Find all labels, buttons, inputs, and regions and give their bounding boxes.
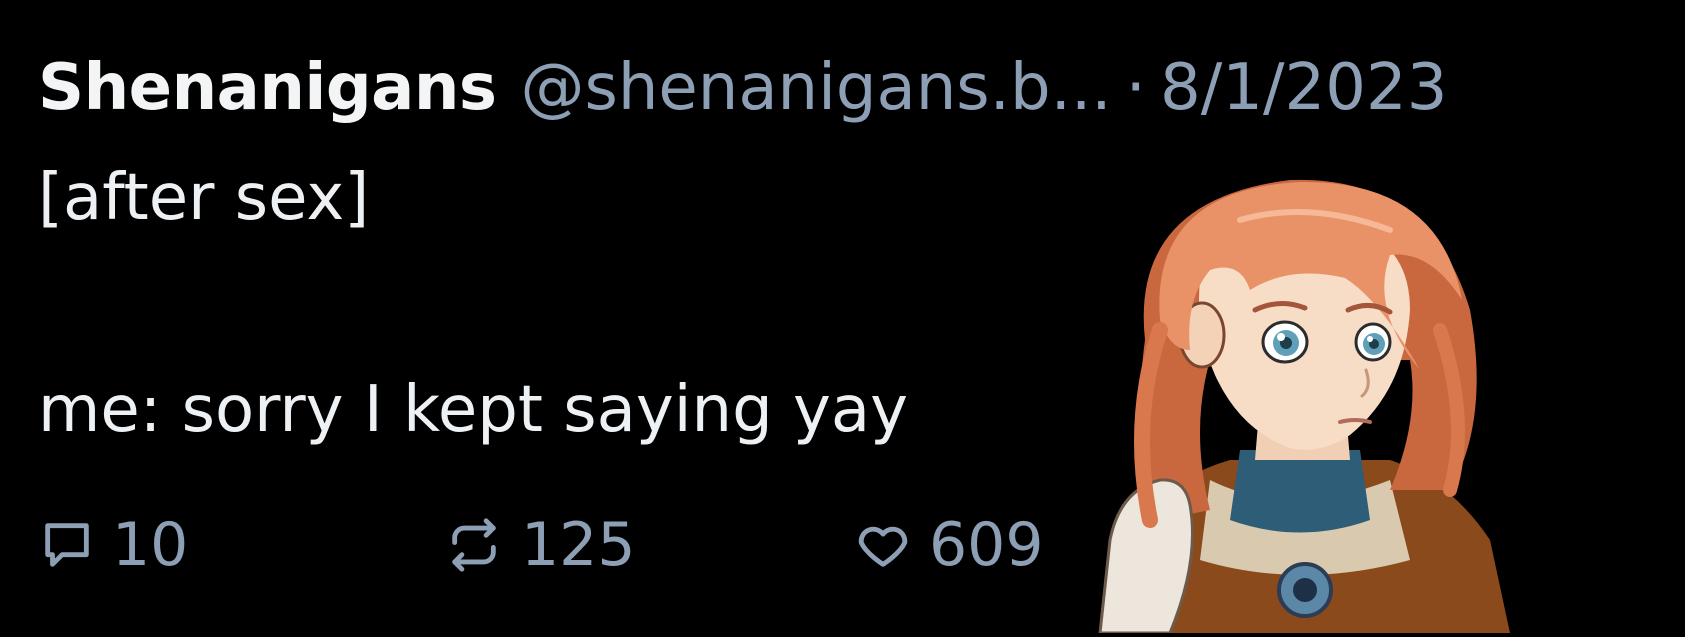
comment-icon bbox=[38, 516, 96, 574]
repost-icon bbox=[443, 516, 505, 574]
header-separator: · bbox=[1125, 51, 1146, 125]
post-actions: 10 125 609 bbox=[38, 505, 1138, 585]
author-display-name[interactable]: Shenanigans bbox=[38, 48, 497, 128]
repost-button[interactable]: 125 bbox=[443, 505, 636, 585]
reply-button[interactable]: 10 bbox=[38, 505, 188, 585]
post-text-line-2: me: sorry I kept saying yay bbox=[38, 373, 908, 447]
repost-count: 125 bbox=[521, 510, 636, 580]
reply-count: 10 bbox=[112, 510, 189, 580]
post-header: Shenanigans @shenanigans.b... · 8/1/2023 bbox=[38, 48, 1447, 128]
like-count: 609 bbox=[929, 510, 1044, 580]
post-card[interactable]: Shenanigans @shenanigans.b... · 8/1/2023… bbox=[0, 0, 1685, 635]
like-button[interactable]: 609 bbox=[853, 505, 1044, 585]
heart-icon bbox=[853, 516, 913, 574]
post-text-line-1: [after sex] bbox=[38, 161, 370, 235]
post-date[interactable]: 8/1/2023 bbox=[1160, 48, 1447, 128]
anime-character-portrait bbox=[1090, 160, 1530, 635]
author-handle[interactable]: @shenanigans.b... bbox=[520, 48, 1111, 128]
